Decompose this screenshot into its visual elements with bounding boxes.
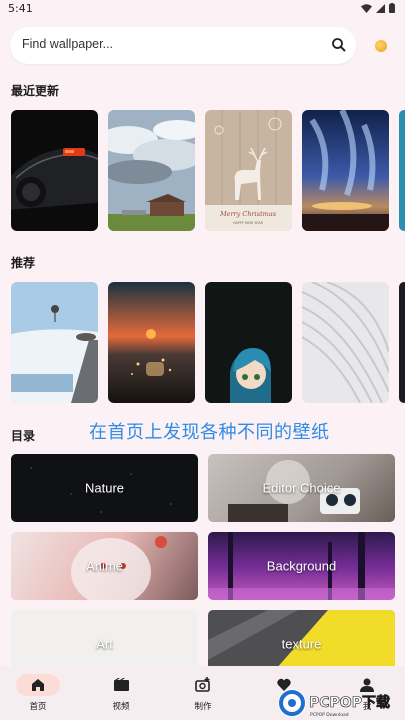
avatar[interactable]: [375, 40, 387, 52]
wallpaper-card-christmas-deer[interactable]: Merry Christmas HAPPY NEW YEAR: [205, 110, 292, 231]
category-anime[interactable]: Anime: [11, 532, 198, 600]
watermark-sub: PCPOP Download: [310, 712, 349, 718]
nav-item-home[interactable]: 首页: [13, 674, 63, 712]
category-label: Nature: [84, 480, 125, 496]
category-label: Editor Choice: [262, 480, 341, 496]
video-icon: [113, 678, 129, 691]
watermark-brand: PCPOP下载: [309, 694, 390, 711]
wallpaper-card-sunset-jar[interactable]: [108, 282, 195, 403]
category-label: Art: [96, 636, 113, 652]
signal-icon: [376, 3, 385, 13]
home-icon: [32, 679, 44, 691]
search-bar[interactable]: Find wallpaper...: [10, 27, 356, 64]
nav-label-video: 视频: [112, 702, 130, 712]
category-label: Anime: [86, 558, 123, 574]
wallpaper-card-car[interactable]: [11, 110, 98, 231]
status-time: 5:41: [8, 2, 33, 15]
search-icon[interactable]: [331, 37, 347, 53]
nav-label-home: 首页: [29, 702, 47, 712]
wifi-icon: [361, 3, 372, 13]
wallpaper-card-sea[interactable]: [399, 110, 405, 231]
overlay-caption: 在首页上发现各种不同的壁纸: [89, 422, 330, 443]
category-background[interactable]: Background: [208, 532, 395, 600]
category-label: texture: [281, 636, 322, 652]
wallpaper-card-aurora[interactable]: [302, 110, 389, 231]
section-title-recent: 最近更新: [11, 84, 60, 98]
nav-label-create: 制作: [194, 702, 212, 712]
battery-icon: [389, 3, 395, 13]
wallpaper-card-snowy-road[interactable]: [11, 282, 98, 403]
add-photo-icon: [195, 677, 210, 692]
pcpop-watermark: PCPOP下载 PCPOP Download: [276, 683, 405, 720]
nav-item-create[interactable]: 制作: [178, 674, 228, 712]
nav-item-video[interactable]: 视频: [96, 674, 146, 712]
category-editor-choice[interactable]: Editor Choice: [208, 454, 395, 522]
wallpaper-card-anime-girl[interactable]: [205, 282, 292, 403]
christmas-title: Merry Christmas: [219, 210, 277, 218]
section-title-recommended: 推荐: [11, 256, 36, 270]
category-nature[interactable]: Nature: [11, 454, 198, 522]
status-bar: 5:41: [0, 0, 405, 18]
christmas-subtitle: HAPPY NEW YEAR: [233, 221, 264, 225]
category-label: Background: [266, 558, 337, 574]
wallpaper-card-dark[interactable]: [399, 282, 405, 403]
status-icons: [361, 3, 395, 13]
search-input[interactable]: Find wallpaper...: [22, 37, 113, 51]
wallpaper-card-barn[interactable]: [108, 110, 195, 231]
section-title-catalog: 目录: [11, 429, 36, 443]
wallpaper-card-white-waves[interactable]: [302, 282, 389, 403]
